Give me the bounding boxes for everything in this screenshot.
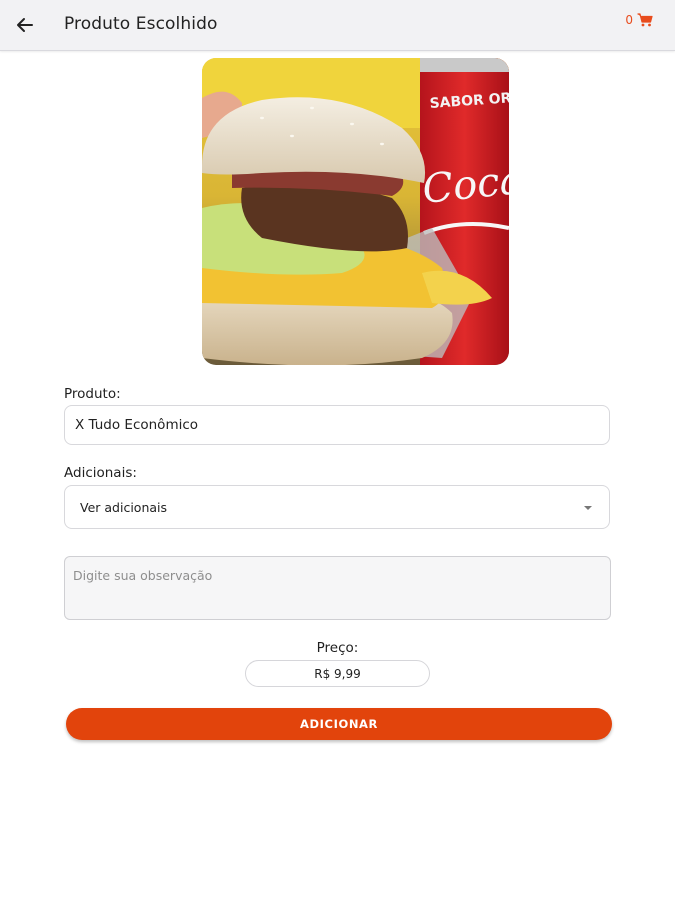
cart-count: 0 [625, 13, 633, 27]
svg-text:Coca: Coca [420, 157, 509, 213]
dropdown-caret-icon [584, 506, 592, 510]
app-bar: Produto Escolhido 0 [0, 0, 675, 51]
product-label: Produto: [64, 386, 121, 402]
page-title: Produto Escolhido [64, 14, 218, 34]
product-field[interactable]: X Tudo Econômico [64, 405, 610, 445]
add-button-label: ADICIONAR [300, 717, 378, 731]
price-field: R$ 9,99 [245, 660, 430, 687]
product-name: X Tudo Econômico [75, 417, 199, 433]
burger-photo: SABOR OR Coca [202, 58, 509, 365]
arrow-left-icon [17, 18, 33, 32]
extras-label: Adicionais: [64, 465, 137, 481]
price-value: R$ 9,99 [314, 666, 361, 681]
extras-selected-value: Ver adicionais [80, 500, 168, 515]
observation-input[interactable] [64, 556, 611, 620]
extras-dropdown[interactable]: Ver adicionais [64, 485, 610, 529]
price-label: Preço: [316, 640, 359, 656]
cart-button[interactable]: 0 [625, 13, 653, 27]
shopping-cart-icon [637, 13, 653, 27]
product-image: SABOR OR Coca [202, 58, 509, 365]
add-button[interactable]: ADICIONAR [66, 708, 612, 740]
back-button[interactable] [13, 14, 37, 36]
